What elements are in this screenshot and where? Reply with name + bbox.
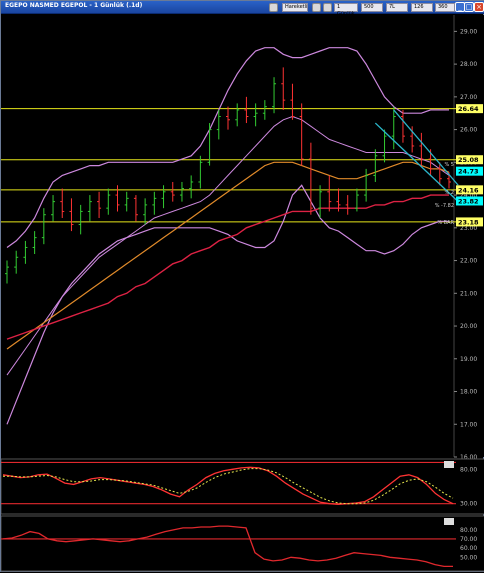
- price-panel: 29.0028.0027.0026.0025.0024.0023.0022.00…: [1, 15, 484, 461]
- rsi-panel: 80.00 30.00: [1, 458, 484, 515]
- y-tick-label: 22.00: [460, 258, 477, 265]
- y-tick-label: 21.00: [460, 290, 477, 297]
- rsi-tick-label: 80.00: [460, 466, 477, 473]
- y-tick-label: 17.00: [460, 421, 477, 428]
- y-tick-label: 19.00: [460, 356, 477, 363]
- price-tag-label: 24.16: [458, 186, 479, 194]
- y-tick-label: 27.00: [460, 94, 477, 101]
- oscillator-tick-label: 80.00: [460, 527, 477, 534]
- oscillator-panel: 80.00 70.00 60.00 50.00: [1, 515, 484, 572]
- oscillator-tick-label: 50.00: [460, 554, 477, 561]
- price-tag-label: 26.64: [458, 105, 479, 113]
- fib-label: % 2: [444, 190, 454, 196]
- oscillator-tick-label: 70.00: [460, 536, 477, 543]
- chart-window: EGEPO NASMED EGEPOL - 1 Günlük (.1d) Har…: [0, 0, 484, 572]
- price-panel-bg: [1, 15, 484, 457]
- oscillator-panel-menu-icon: [444, 518, 454, 525]
- y-tick-label: 20.00: [460, 323, 477, 330]
- fib-label: % BAR: [437, 220, 454, 226]
- price-tag-label: 23.18: [458, 218, 479, 226]
- rsi-panel-menu-icon: [444, 461, 454, 468]
- y-tick-label: 29.00: [460, 28, 477, 35]
- oscillator-panel-bg: [1, 515, 484, 572]
- fib-label: % 5: [444, 162, 454, 168]
- y-tick-label: 26.00: [460, 127, 477, 134]
- y-tick-label: 18.00: [460, 389, 477, 396]
- y-tick-label: 28.00: [460, 61, 477, 68]
- price-tag-label: 24.73: [458, 168, 479, 176]
- rsi-tick-label: 30.00: [460, 501, 477, 508]
- chart-canvas: 29.0028.0027.0026.0025.0024.0023.0022.00…: [1, 15, 484, 572]
- price-tag-label: 23.82: [458, 197, 479, 205]
- price-tag-label: 25.08: [458, 156, 479, 164]
- oscillator-tick-label: 60.00: [460, 545, 477, 552]
- fib-label: % -7.82: [435, 203, 454, 209]
